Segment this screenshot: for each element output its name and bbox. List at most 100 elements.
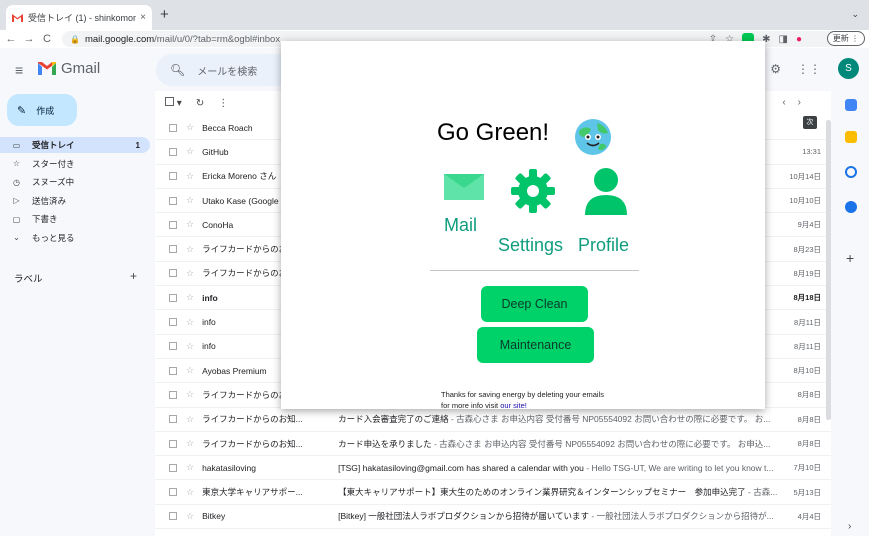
mail-row[interactable]: ☆ Bitkey [Bitkey] 一般社団法人ラボプロダクションから招待が届いてい…: [155, 505, 831, 530]
newer-page-icon[interactable]: ›: [798, 97, 801, 108]
deep-clean-button[interactable]: Deep Clean: [481, 286, 588, 322]
gmail-logo[interactable]: Gmail: [38, 60, 100, 77]
contacts-app-icon[interactable]: [845, 201, 857, 213]
refresh-icon[interactable]: ↻: [196, 98, 204, 109]
compose-button[interactable]: ✎ 作成: [7, 94, 77, 126]
more-options-icon[interactable]: ⋮: [218, 98, 228, 109]
side-panel-icon[interactable]: ◨: [779, 34, 788, 45]
mail-label[interactable]: Mail: [444, 215, 477, 236]
profile-extension-icon[interactable]: ●: [796, 34, 802, 45]
older-page-icon[interactable]: ‹: [782, 97, 785, 108]
star-icon[interactable]: ☆: [186, 171, 194, 182]
get-addons-plus-icon[interactable]: +: [846, 250, 854, 266]
mail-row[interactable]: ☆ ライフカードからのお知... カード入会審査完了のご連絡 - 古森心さま お申込…: [155, 408, 831, 432]
sidebar-item-2[interactable]: ◷ スヌーズ中: [0, 174, 150, 190]
row-checkbox[interactable]: [169, 463, 177, 472]
sidebar-item-5[interactable]: ⌄ もっと見る: [0, 230, 150, 246]
star-icon[interactable]: ☆: [186, 244, 194, 255]
star-icon[interactable]: ☆: [186, 438, 194, 449]
row-snippet: - 古森心さま お申込内容 受付番号 NP05554092 お問い合わせの際に必…: [448, 414, 771, 425]
calendar-app-icon[interactable]: [845, 99, 857, 111]
popup-divider: [430, 270, 639, 271]
star-icon[interactable]: ☆: [186, 122, 194, 133]
url-path: /mail/u/0/?tab=rm&ogbl#inbox: [154, 33, 281, 45]
new-tab-button[interactable]: +: [160, 7, 169, 23]
row-subject-line: カード入会審査完了のご連絡 - 古森心さま お申込内容 受付番号 NP05554…: [338, 413, 788, 425]
sidebar-item-1[interactable]: ☆ スター付き: [0, 156, 150, 172]
select-all-checkbox[interactable]: ▾: [165, 97, 182, 109]
row-checkbox[interactable]: [169, 245, 177, 254]
reload-button[interactable]: C: [40, 33, 54, 45]
star-icon[interactable]: ☆: [186, 195, 194, 206]
row-subject: 【東大キャリアサポート】東大生のためのオンライン業界研究＆インターンシップセミナ…: [338, 487, 746, 498]
sidebar-item-3[interactable]: ▷ 送信済み: [0, 193, 150, 209]
row-subject: [Bitkey] 一般社団法人ラボプロダクションから招待が届いています: [338, 511, 590, 522]
row-checkbox[interactable]: [169, 439, 177, 448]
maintenance-button[interactable]: Maintenance: [477, 327, 594, 363]
star-icon[interactable]: ☆: [186, 317, 194, 328]
row-checkbox[interactable]: [169, 415, 177, 424]
popup-title: Go Green!: [437, 119, 550, 146]
row-checkbox[interactable]: [169, 342, 177, 351]
mail-row[interactable]: ☆ ライフカードからのお知... カード申込を承りました - 古森心さま お申込内容…: [155, 432, 831, 457]
row-checkbox[interactable]: [169, 366, 177, 375]
mail-row[interactable]: ☆ hakatasiloving [TSG] hakatasiloving@gmai…: [155, 456, 831, 481]
row-checkbox[interactable]: [169, 488, 177, 497]
star-icon[interactable]: ☆: [186, 462, 194, 473]
mail-envelope-icon[interactable]: [444, 174, 484, 200]
star-icon[interactable]: ☆: [186, 389, 194, 400]
update-button[interactable]: 更新 ⋮: [826, 31, 865, 46]
search-input[interactable]: メールを検索: [197, 63, 257, 78]
row-checkbox[interactable]: [169, 293, 177, 302]
sidebar-item-4[interactable]: ▢ 下書き: [0, 211, 150, 227]
tab-close-icon[interactable]: ×: [140, 12, 146, 23]
add-label-button[interactable]: +: [130, 269, 137, 283]
row-sender: ライフカードからのお知...: [202, 438, 303, 449]
browser-tab-gmail[interactable]: 受信トレイ (1) - shinkomori12@... ×: [6, 5, 152, 30]
back-button[interactable]: ←: [4, 33, 18, 45]
row-checkbox[interactable]: [169, 390, 177, 399]
settings-gear-icon[interactable]: [511, 169, 555, 213]
our-site-link[interactable]: our site!: [500, 401, 527, 409]
account-avatar[interactable]: S: [838, 58, 859, 79]
search-icon[interactable]: 🔍︎: [170, 63, 185, 77]
row-checkbox[interactable]: [169, 196, 177, 205]
forward-button[interactable]: →: [22, 33, 36, 45]
star-icon[interactable]: ☆: [186, 292, 194, 303]
row-checkbox[interactable]: [169, 269, 177, 278]
star-icon[interactable]: ☆: [186, 219, 194, 230]
tab-search-icon[interactable]: ⌄: [851, 9, 859, 20]
labels-header: ラベル: [14, 274, 43, 285]
sidebar-item-icon: ▭: [12, 140, 21, 150]
hide-side-panel-icon[interactable]: ›: [848, 521, 851, 532]
sidebar-item-icon: ◷: [13, 177, 20, 187]
row-checkbox[interactable]: [169, 123, 177, 132]
keep-app-icon[interactable]: [845, 131, 857, 143]
star-icon[interactable]: ☆: [186, 511, 194, 522]
settings-label[interactable]: Settings: [498, 235, 563, 256]
row-date: 8月8日: [797, 414, 821, 424]
row-date: 8月10日: [793, 366, 821, 376]
sidebar-item-0[interactable]: ▭ 受信トレイ 1: [0, 137, 150, 153]
tasks-app-icon[interactable]: [845, 166, 857, 178]
profile-label[interactable]: Profile: [578, 235, 629, 256]
star-icon[interactable]: ☆: [186, 341, 194, 352]
row-checkbox[interactable]: [169, 318, 177, 327]
row-subject: カード申込を承りました: [338, 438, 432, 449]
star-icon[interactable]: ☆: [186, 268, 194, 279]
settings-gear-icon[interactable]: ⚙: [770, 62, 781, 76]
main-menu-icon[interactable]: ≡: [15, 62, 23, 78]
star-icon[interactable]: ☆: [186, 414, 194, 425]
profile-person-icon[interactable]: [583, 167, 629, 215]
row-checkbox[interactable]: [169, 220, 177, 229]
row-checkbox[interactable]: [169, 147, 177, 156]
star-icon[interactable]: ☆: [186, 487, 194, 498]
sidebar-item-label: 受信トレイ: [32, 140, 75, 150]
star-icon[interactable]: ☆: [186, 146, 194, 157]
row-checkbox[interactable]: [169, 512, 177, 521]
mail-row[interactable]: ☆ 東京大学キャリアサポー... 【東大キャリアサポート】東大生のためのオンライン業…: [155, 480, 831, 505]
star-icon[interactable]: ☆: [186, 365, 194, 376]
apps-grid-icon[interactable]: ⋮⋮: [797, 62, 821, 76]
row-checkbox[interactable]: [169, 172, 177, 181]
lock-icon[interactable]: 🔒: [70, 35, 80, 44]
